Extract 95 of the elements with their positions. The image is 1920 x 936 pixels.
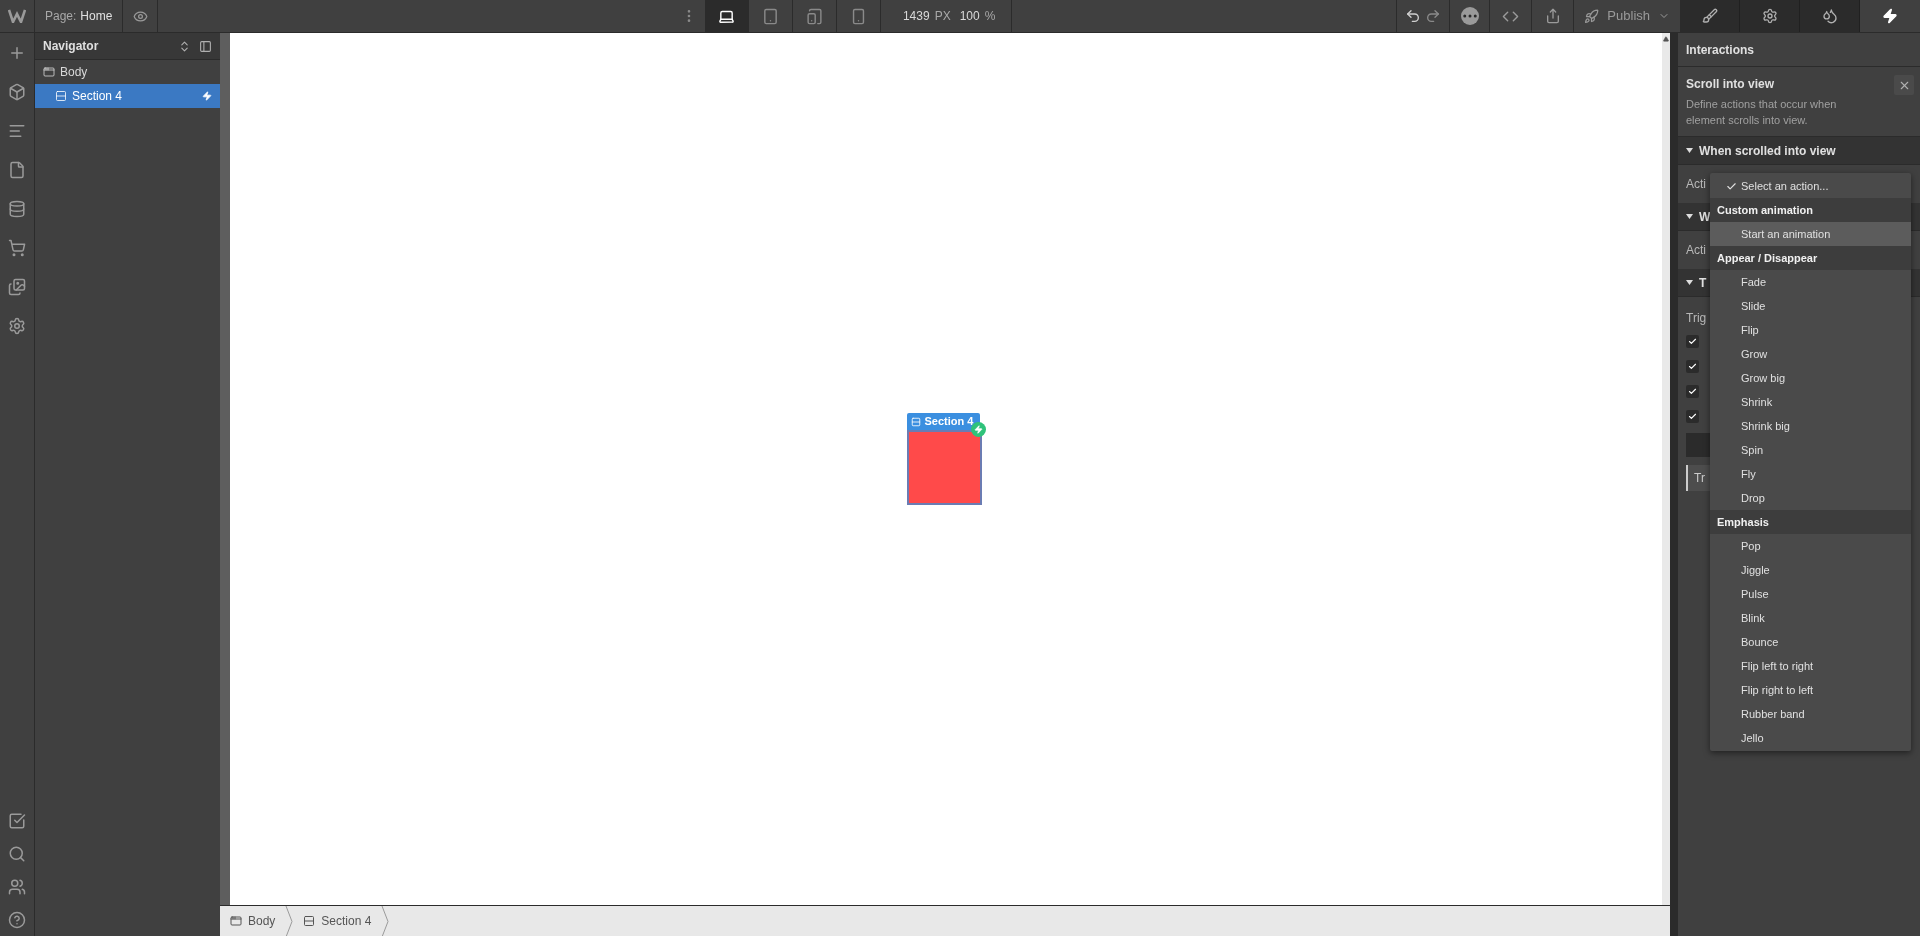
- group-heading: Custom animation: [1710, 198, 1911, 222]
- checkbox[interactable]: [1686, 335, 1699, 348]
- check-icon: [1726, 180, 1737, 192]
- action-dropdown[interactable]: [1710, 173, 1911, 751]
- caret-icon[interactable]: [1686, 280, 1693, 285]
- brush-icon: [1701, 8, 1718, 24]
- dropdown-option[interactable]: Grow: [1710, 342, 1911, 366]
- drops-icon: [1821, 8, 1838, 24]
- rocket-icon: [1584, 8, 1600, 24]
- panel-icon[interactable]: [199, 39, 212, 53]
- section-heading[interactable]: W: [1699, 207, 1711, 226]
- checkbox-icon[interactable]: [8, 811, 26, 830]
- dropdown-option[interactable]: Pulse: [1710, 582, 1911, 606]
- help-icon[interactable]: [8, 910, 26, 929]
- breadcrumb[interactable]: Section 4: [293, 912, 382, 930]
- images-icon[interactable]: [8, 277, 26, 296]
- trigger-title: Scroll into view: [1686, 76, 1775, 93]
- logo-icon[interactable]: [8, 9, 26, 23]
- scroll-up-icon[interactable]: [1663, 36, 1669, 42]
- dropdown-option[interactable]: Grow big: [1710, 366, 1911, 390]
- cart-icon[interactable]: [8, 238, 26, 257]
- trigger-label: Trig: [1686, 311, 1707, 325]
- checkbox[interactable]: [1686, 360, 1699, 373]
- eye-icon[interactable]: [132, 8, 148, 24]
- page-name[interactable]: Home: [80, 7, 113, 25]
- group-heading: Appear / Disappear: [1710, 246, 1911, 270]
- checkbox[interactable]: [1686, 385, 1699, 398]
- people-icon[interactable]: [8, 877, 26, 896]
- dropdown-option[interactable]: Flip: [1710, 318, 1911, 342]
- dropdown-option[interactable]: Pop: [1710, 534, 1911, 558]
- navigator-item[interactable]: Body: [35, 60, 220, 84]
- zoom-value[interactable]: 100: [959, 7, 980, 25]
- close-button[interactable]: [1894, 75, 1914, 95]
- dropdown-option[interactable]: Blink: [1710, 606, 1911, 630]
- breadcrumb[interactable]: Body: [220, 912, 286, 930]
- group-heading: Emphasis: [1710, 510, 1911, 534]
- action-label: Acti: [1686, 242, 1706, 259]
- search-icon[interactable]: [8, 844, 26, 863]
- dropdown-option[interactable]: Flip right to left: [1710, 678, 1911, 702]
- dropdown-option[interactable]: Spin: [1710, 438, 1911, 462]
- caret-icon[interactable]: [1686, 148, 1693, 153]
- zoom-unit: %: [984, 8, 996, 25]
- dropdown-option[interactable]: Fade: [1710, 270, 1911, 294]
- dropdown-option[interactable]: Jello: [1710, 726, 1911, 750]
- redo-icon[interactable]: [1425, 8, 1442, 24]
- section-icon: [303, 915, 316, 927]
- breadcrumb-separator-icon: [285, 905, 294, 936]
- action-label: Acti: [1686, 176, 1706, 193]
- section-icon: [55, 90, 67, 102]
- export-icon[interactable]: [1544, 8, 1561, 24]
- page-label: Page:: [45, 8, 77, 25]
- expand-collapse-icon[interactable]: [178, 39, 191, 53]
- panel-title: Interactions: [1686, 41, 1754, 59]
- check-icon: [1688, 362, 1697, 371]
- checkbox[interactable]: [1686, 410, 1699, 423]
- check-icon: [1688, 412, 1697, 421]
- breadcrumb-separator-icon: [381, 905, 390, 936]
- section-icon: [910, 416, 921, 427]
- dropdown-option[interactable]: Drop: [1710, 486, 1911, 510]
- dropdown-option[interactable]: Rubber band: [1710, 702, 1911, 726]
- tablet-landscape-icon: [805, 7, 823, 25]
- tablet-icon: [761, 7, 779, 25]
- panel-tab[interactable]: [1680, 0, 1740, 32]
- width-value[interactable]: 1439: [902, 7, 930, 25]
- trigger-description: Define actions that occur when element scrolls into view.: [1686, 97, 1838, 128]
- publish-button[interactable]: Publish: [1574, 0, 1680, 32]
- dropdown-option[interactable]: Start an animation: [1710, 222, 1911, 246]
- cube-icon[interactable]: [8, 82, 26, 101]
- settings-icon: [1761, 8, 1778, 24]
- undo-icon[interactable]: [1405, 8, 1422, 24]
- window-icon: [43, 66, 55, 78]
- dropdown-option[interactable]: Shrink: [1710, 390, 1911, 414]
- dropdown-option[interactable]: Select an action...: [1710, 174, 1911, 198]
- database-icon[interactable]: [8, 199, 26, 218]
- lightning-icon: [1882, 8, 1898, 24]
- more-icon[interactable]: [1460, 7, 1479, 25]
- section-heading[interactable]: T: [1699, 273, 1707, 292]
- check-icon: [1688, 337, 1697, 346]
- dropdown-option[interactable]: Flip left to right: [1710, 654, 1911, 678]
- caret-icon[interactable]: [1686, 214, 1693, 219]
- dropdown-option[interactable]: Jiggle: [1710, 558, 1911, 582]
- panel-title: Navigator: [43, 38, 100, 55]
- page-icon[interactable]: [8, 160, 26, 179]
- settings-icon[interactable]: [8, 316, 26, 335]
- dropdown-option[interactable]: Shrink big: [1710, 414, 1911, 438]
- navigator-item[interactable]: Section 4: [35, 84, 220, 108]
- panel-tab[interactable]: [1740, 0, 1800, 32]
- window-icon: [230, 915, 242, 927]
- dropdown-option[interactable]: Slide: [1710, 294, 1911, 318]
- dropdown-option[interactable]: Fly: [1710, 462, 1911, 486]
- panel-tab[interactable]: [1800, 0, 1860, 32]
- dropdown-option[interactable]: Bounce: [1710, 630, 1911, 654]
- check-icon: [1688, 387, 1697, 396]
- width-unit: PX: [934, 8, 951, 25]
- device-button[interactable]: [704, 0, 749, 32]
